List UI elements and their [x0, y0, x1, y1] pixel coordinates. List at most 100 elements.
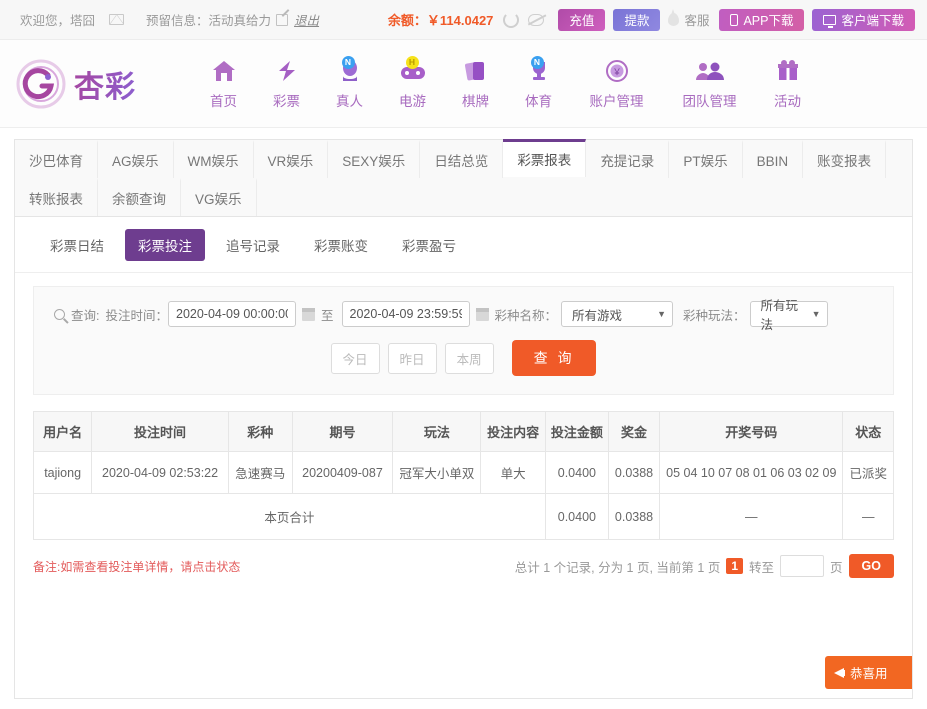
nav-label: 账户管理 — [589, 93, 644, 109]
logout-link[interactable]: 退出 — [294, 10, 319, 29]
game-name-label: 彩种名称： — [494, 308, 558, 323]
date-from-input[interactable] — [168, 301, 296, 327]
th-bet-time: 投注时间 — [91, 411, 229, 452]
balance-text: 余额：￥114.0427 — [387, 13, 494, 28]
nav-item-egame[interactable]: H 电游 — [381, 55, 444, 110]
cell-total-numbers: — — [659, 493, 844, 540]
tab-pt[interactable]: PT娱乐 — [669, 140, 743, 178]
play-type-select[interactable]: 所有玩法 ▼ — [749, 299, 828, 332]
svg-text:￥: ￥ — [612, 67, 621, 77]
table-total-row: 本页合计 0.0400 0.0388 — — — [33, 493, 894, 540]
tab-vg[interactable]: VG娱乐 — [181, 178, 257, 216]
logo-mark-icon — [14, 57, 68, 111]
bet-time-label: 投注时间： — [105, 308, 168, 323]
search-filter-box: 查询: 投注时间： 至 彩种名称： 所有游戏 ▼ 彩种玩法： 所有玩法 ▼ 今日… — [33, 286, 894, 395]
welcome-text: 欢迎您，塔囧 — [20, 14, 96, 28]
cell-play: 冠军大小单双 — [392, 451, 482, 494]
nav-item-live-dealer[interactable]: N 真人 — [318, 55, 381, 110]
app-download-button[interactable]: APP下载 — [719, 8, 805, 31]
table-row[interactable]: tajiong 2020-04-09 02:53:22 急速赛马 2020040… — [32, 451, 894, 494]
calendar-icon-2[interactable] — [475, 307, 489, 321]
subtab-lottery-bets[interactable]: 彩票投注 — [125, 229, 205, 261]
query-label: 查询: — [71, 308, 100, 323]
cards-icon — [463, 58, 489, 84]
calendar-icon[interactable] — [302, 307, 315, 321]
nav-badge: H — [405, 55, 419, 69]
edit-icon[interactable] — [276, 13, 289, 26]
nav-label: 彩票 — [273, 93, 300, 109]
nav-item-home[interactable]: 首页 — [192, 58, 255, 110]
nav-label: 真人 — [336, 93, 363, 109]
chevron-down-icon: ▼ — [657, 309, 667, 319]
game-name-select[interactable]: 所有游戏 ▼ — [561, 301, 674, 327]
page-number-input[interactable] — [780, 555, 825, 577]
refresh-icon[interactable] — [503, 11, 520, 28]
mail-icon[interactable] — [109, 14, 125, 25]
nav-label: 体育 — [525, 93, 552, 109]
nav-badge: N — [530, 55, 544, 69]
tab-bbin[interactable]: BBIN — [742, 140, 804, 178]
table-head: 用户名 投注时间 彩种 期号 玩法 投注内容 投注金额 奖金 开奖号码 状态 — [32, 411, 894, 452]
nav-item-sports[interactable]: N 体育 — [507, 55, 570, 110]
quick-today-button[interactable]: 今日 — [330, 342, 380, 374]
cell-amount: 0.0400 — [544, 451, 609, 494]
nav-item-promotions[interactable]: 活动 — [756, 58, 819, 110]
cell-content: 单大 — [480, 451, 546, 494]
withdraw-button[interactable]: 提款 — [613, 8, 661, 31]
nav-label: 活动 — [774, 93, 801, 109]
customer-service-link[interactable]: 客服 — [668, 9, 710, 29]
tab-vr[interactable]: VR娱乐 — [253, 140, 329, 178]
nav-label: 棋牌 — [462, 93, 489, 109]
play-type-value: 所有玩法 — [760, 299, 799, 332]
client-download-button[interactable]: 客户端下载 — [812, 8, 915, 31]
cell-total-status: — — [842, 493, 894, 540]
nav-item-team-management[interactable]: 团队管理 — [663, 58, 756, 110]
cell-total-label: 本页合计 — [33, 493, 546, 540]
live-dealer-icon: N — [337, 55, 363, 84]
tab-wm[interactable]: WM娱乐 — [173, 140, 254, 178]
content-panel: 沙巴体育 AG娱乐 WM娱乐 VR娱乐 SEXY娱乐 日结总览 彩票报表 充提记… — [14, 139, 913, 699]
megaphone-icon — [834, 667, 845, 678]
th-status: 状态 — [842, 411, 894, 452]
page-unit-label: 页 — [830, 560, 843, 575]
site-logo[interactable]: 杏彩 — [14, 57, 192, 111]
tab-daily-overview[interactable]: 日结总览 — [420, 140, 504, 178]
tab-deposit-withdraw-record[interactable]: 充提记录 — [586, 140, 670, 178]
tab-account-change-report[interactable]: 账变报表 — [803, 140, 887, 178]
search-submit-button[interactable]: 查 询 — [511, 340, 597, 376]
subtab-lottery-profit-loss[interactable]: 彩票盈亏 — [389, 229, 469, 261]
tab-transfer-report[interactable]: 转账报表 — [15, 178, 98, 216]
nav-label: 团队管理 — [682, 93, 737, 109]
lottery-icon — [274, 58, 300, 84]
table-body: tajiong 2020-04-09 02:53:22 急速赛马 2020040… — [32, 451, 894, 540]
subtab-chase-record[interactable]: 追号记录 — [213, 229, 293, 261]
th-issue: 期号 — [291, 411, 394, 452]
go-button[interactable]: GO — [848, 554, 894, 578]
subtab-lottery-daily[interactable]: 彩票日结 — [37, 229, 117, 261]
account-coin-icon: ￥ — [604, 58, 630, 84]
nav-item-cards[interactable]: 棋牌 — [444, 58, 507, 110]
nav-item-lottery[interactable]: 彩票 — [255, 58, 318, 110]
float-notice-bar[interactable]: 恭喜用 — [825, 656, 912, 689]
tab-sexy[interactable]: SEXY娱乐 — [328, 140, 421, 178]
quick-yesterday-button[interactable]: 昨日 — [387, 342, 437, 374]
tab-ag[interactable]: AG娱乐 — [98, 140, 174, 178]
search-icon — [54, 308, 65, 320]
th-lottery: 彩种 — [227, 411, 293, 452]
pagination: 总计 1 个记录, 分为 1 页, 当前第 1 页 1 转至 页 GO — [515, 554, 894, 578]
chevron-down-icon-2: ▼ — [811, 309, 821, 319]
date-to-input[interactable] — [341, 301, 470, 327]
nav-item-account-management[interactable]: ￥ 账户管理 — [570, 58, 663, 110]
recharge-button[interactable]: 充值 — [558, 8, 606, 31]
tab-lottery-report[interactable]: 彩票报表 — [503, 139, 587, 177]
nav-label: 首页 — [210, 93, 237, 109]
eye-hide-icon[interactable] — [528, 13, 545, 26]
customer-service-label: 客服 — [684, 14, 710, 28]
tab-shaba-sports[interactable]: 沙巴体育 — [15, 140, 98, 178]
cell-status[interactable]: 已派奖 — [842, 451, 894, 494]
quick-this-week-button[interactable]: 本周 — [444, 342, 494, 374]
tab-balance-query[interactable]: 余额查询 — [98, 178, 181, 216]
subtab-lottery-account-change[interactable]: 彩票账变 — [301, 229, 381, 261]
cell-lottery: 急速赛马 — [227, 451, 293, 494]
gamepad-icon: H — [399, 55, 427, 84]
